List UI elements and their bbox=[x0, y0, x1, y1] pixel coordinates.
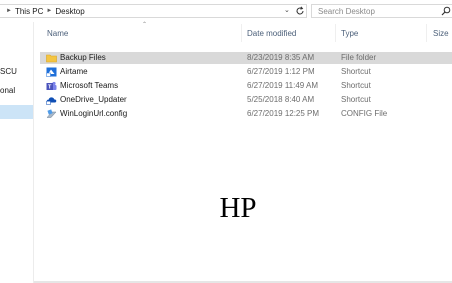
config-file-icon bbox=[46, 109, 57, 119]
file-date-modified: 5/25/2018 8:40 AM bbox=[247, 95, 315, 104]
file-name: OneDrive_Updater bbox=[60, 95, 127, 104]
chevron-right-icon[interactable]: ► bbox=[6, 8, 12, 14]
breadcrumb: ► This PC ► Desktop bbox=[0, 7, 85, 16]
nav-item-personal[interactable]: onal bbox=[0, 83, 33, 97]
breadcrumb-this-pc[interactable]: This PC bbox=[15, 7, 43, 16]
file-name: Airtame bbox=[60, 67, 88, 76]
airtame-icon bbox=[46, 67, 57, 77]
column-header-size[interactable]: Size bbox=[433, 29, 449, 38]
nav-item-scu[interactable]: SCU bbox=[0, 64, 33, 78]
search-input[interactable]: Search Desktop bbox=[311, 4, 452, 18]
file-type: Shortcut bbox=[341, 81, 371, 90]
file-row[interactable]: T Microsoft Teams 6/27/2019 11:49 AM Sho… bbox=[40, 80, 452, 92]
file-name: Microsoft Teams bbox=[60, 81, 119, 90]
file-date-modified: 6/27/2019 11:49 AM bbox=[247, 81, 319, 90]
file-row[interactable]: OneDrive_Updater 5/25/2018 8:40 AM Short… bbox=[40, 94, 452, 106]
column-divider[interactable] bbox=[241, 24, 242, 42]
column-divider[interactable] bbox=[426, 24, 427, 42]
file-type: File folder bbox=[341, 53, 377, 62]
folder-icon bbox=[46, 53, 57, 63]
file-row[interactable]: Backup Files 8/23/2019 8:35 AM File fold… bbox=[40, 52, 452, 64]
file-name: WinLoginUrl.config bbox=[60, 109, 128, 118]
history-dropdown-icon[interactable]: ⌄ bbox=[284, 6, 290, 14]
file-type: Shortcut bbox=[341, 95, 371, 104]
column-header-type[interactable]: Type bbox=[341, 29, 358, 38]
column-header-name[interactable]: Name bbox=[47, 29, 68, 38]
column-divider[interactable] bbox=[335, 24, 336, 42]
file-type: Shortcut bbox=[341, 67, 371, 76]
file-name: Backup Files bbox=[60, 53, 106, 62]
breadcrumb-desktop[interactable]: Desktop bbox=[55, 7, 84, 16]
onedrive-icon bbox=[46, 95, 57, 105]
teams-icon: T bbox=[46, 81, 57, 91]
file-date-modified: 6/27/2019 1:12 PM bbox=[247, 67, 315, 76]
address-toolbar: ► This PC ► Desktop ⌄ Search Desktop bbox=[0, 0, 452, 22]
nav-item-selected[interactable] bbox=[0, 105, 33, 119]
file-date-modified: 8/23/2019 8:35 AM bbox=[247, 53, 315, 62]
search-icon[interactable] bbox=[441, 6, 451, 18]
file-date-modified: 6/27/2019 12:25 PM bbox=[247, 109, 320, 118]
overlay-label: HP bbox=[219, 192, 257, 224]
navigation-pane: SCU onal bbox=[0, 22, 34, 283]
file-type: CONFIG File bbox=[341, 109, 388, 118]
file-row[interactable]: WinLoginUrl.config 6/27/2019 12:25 PM CO… bbox=[40, 108, 452, 120]
refresh-icon[interactable] bbox=[294, 5, 306, 17]
nav-item-label: SCU bbox=[0, 66, 17, 76]
search-placeholder: Search Desktop bbox=[318, 6, 375, 16]
chevron-right-icon[interactable]: ► bbox=[46, 8, 52, 14]
sort-ascending-icon: ⌃ bbox=[142, 22, 148, 28]
address-bar[interactable]: ► This PC ► Desktop ⌄ bbox=[0, 4, 307, 18]
nav-item-label: onal bbox=[0, 85, 16, 95]
file-row[interactable]: Airtame 6/27/2019 1:12 PM Shortcut bbox=[40, 66, 452, 78]
column-header-date-modified[interactable]: Date modified bbox=[247, 29, 296, 38]
